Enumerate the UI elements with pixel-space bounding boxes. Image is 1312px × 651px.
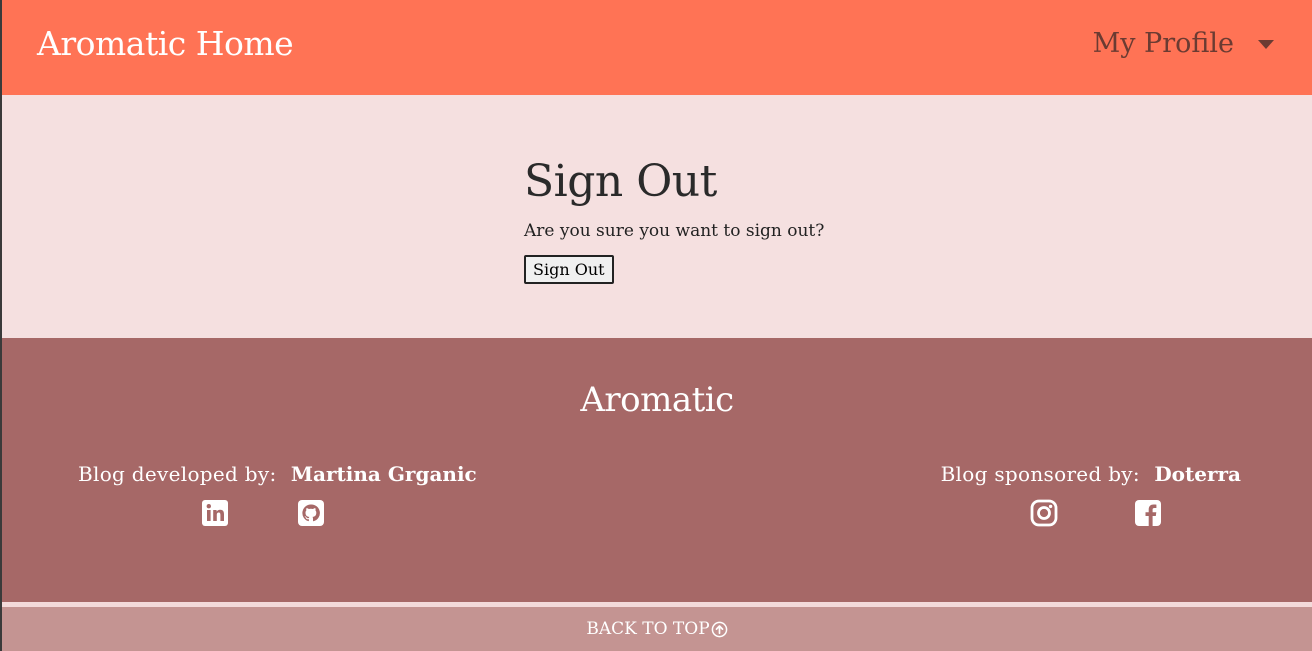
footer: Aromatic Blog developed by: Martina Grga… — [2, 338, 1312, 602]
arrow-up-circle-icon — [711, 621, 727, 637]
main-content: Sign Out Are you sure you want to sign o… — [2, 95, 1312, 338]
sponsor-name: Doterra — [1154, 462, 1241, 486]
signout-message: Are you sure you want to sign out? — [524, 221, 825, 241]
sponsor-label: Blog sponsored by: — [940, 462, 1140, 486]
github-icon[interactable] — [296, 498, 326, 528]
navbar: Aromatic Home My Profile — [2, 0, 1312, 95]
instagram-icon[interactable] — [1029, 498, 1059, 528]
page-title: Sign Out — [524, 156, 717, 207]
developer-credit: Blog developed by: Martina Grganic — [78, 462, 477, 486]
linkedin-icon[interactable] — [200, 498, 230, 528]
my-profile-label: My Profile — [1092, 28, 1234, 59]
sign-out-button[interactable]: Sign Out — [524, 255, 614, 284]
facebook-icon[interactable] — [1133, 498, 1163, 528]
my-profile-dropdown[interactable]: My Profile — [1093, 28, 1274, 59]
developer-name: Martina Grganic — [290, 462, 477, 486]
signout-panel: Sign Out Are you sure you want to sign o… — [524, 160, 824, 284]
footer-title: Aromatic — [580, 380, 734, 420]
back-to-top-label: BACK TO TOP — [586, 619, 710, 639]
developer-label: Blog developed by: — [78, 462, 277, 486]
page: Aromatic Home My Profile Sign Out Are yo… — [2, 0, 1312, 651]
sponsor-credit: Blog sponsored by: Doterra — [941, 462, 1241, 486]
back-to-top-link[interactable]: BACK TO TOP — [2, 607, 1312, 651]
brand-link[interactable]: Aromatic Home — [37, 24, 294, 63]
caret-down-icon — [1258, 40, 1274, 49]
